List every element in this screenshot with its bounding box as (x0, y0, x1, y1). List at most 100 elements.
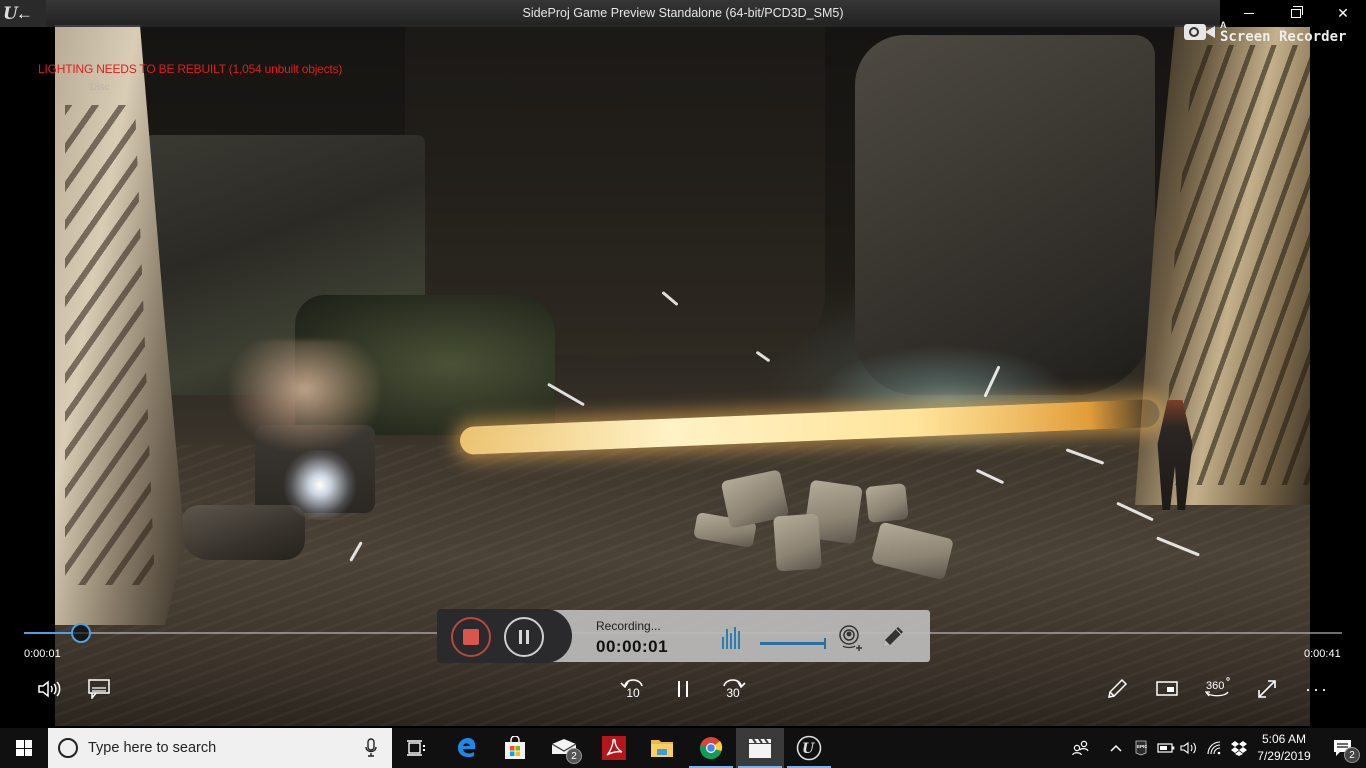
restore-icon (1291, 6, 1303, 18)
screen-recorder-watermark: A Screen Recorder (1184, 20, 1346, 44)
taskbar-app-file-explorer[interactable] (638, 728, 686, 768)
subtitles-button[interactable] (87, 677, 111, 701)
recorder-info-panel: Recording... 00:00:01 (547, 610, 930, 662)
volume-icon (38, 680, 61, 698)
mini-view-button[interactable] (1154, 678, 1180, 700)
epic-games-tray[interactable]: EPIC (1131, 728, 1151, 768)
pause-icon-bar (526, 630, 529, 644)
dropbox-button[interactable] (1228, 728, 1250, 768)
window-title: SideProj Game Preview Standalone (64-bit… (522, 6, 844, 20)
taskbar-app-store[interactable] (491, 728, 539, 768)
chevron-up-icon (1110, 744, 1122, 752)
player-character (230, 340, 380, 450)
current-time: 0:00:01 (24, 648, 61, 660)
more-options-button[interactable]: ··· (1304, 676, 1330, 702)
acrobat-icon (602, 736, 626, 760)
skip-forward-button[interactable]: 30 (718, 674, 748, 704)
people-button[interactable] (1068, 728, 1094, 768)
edge-icon (458, 738, 476, 758)
pen-icon (883, 627, 903, 647)
rubble-stone (865, 483, 909, 523)
pencil-icon (1108, 678, 1128, 698)
taskbar-app-task-view[interactable] (392, 728, 440, 768)
annotate-button[interactable] (880, 624, 906, 650)
mini-view-icon (1156, 681, 1178, 696)
fullscreen-button[interactable] (1254, 676, 1280, 702)
360-video-button[interactable]: 360 (1203, 676, 1231, 702)
watermark-label: Screen Recorder (1220, 28, 1347, 45)
network-button[interactable] (1204, 728, 1226, 768)
stop-recording-button[interactable] (451, 617, 491, 657)
unreal-engine-icon: U (796, 735, 822, 761)
action-center-button[interactable]: 2 (1320, 728, 1366, 768)
360-icon: 360 (1204, 677, 1230, 697)
dropbox-icon (1231, 741, 1247, 756)
svg-text:360: 360 (1206, 680, 1224, 692)
taskbar-app-acrobat[interactable] (590, 728, 638, 768)
recording-status: Recording... (596, 619, 661, 633)
seek-thumb[interactable] (70, 623, 91, 643)
webcam-button[interactable] (838, 624, 864, 652)
taskbar: Type here to search 2 U EPIC 5:06 AM 7/2… (0, 728, 1366, 768)
cortana-icon (58, 738, 78, 758)
subtitles-icon (88, 679, 110, 699)
taskbar-app-mail[interactable]: 2 (540, 728, 588, 768)
taskbar-app-chrome[interactable] (687, 728, 735, 768)
pause-icon (519, 630, 522, 644)
epic-games-icon: EPIC (1135, 740, 1147, 756)
taskbar-app-movies-tv[interactable] (736, 728, 784, 768)
play-pause-button[interactable] (672, 676, 694, 702)
windows-logo-icon (16, 740, 32, 756)
taskbar-search[interactable]: Type here to search (48, 728, 392, 768)
audio-level-icon[interactable] (722, 625, 744, 649)
edit-button[interactable] (1104, 676, 1130, 702)
stop-icon (463, 629, 479, 645)
movies-tv-icon (749, 738, 771, 758)
svg-text:U: U (802, 741, 815, 757)
mail-badge: 2 (566, 748, 582, 764)
svg-text:EPIC: EPIC (1137, 744, 1147, 749)
muzzle-flash (280, 450, 360, 520)
taskbar-app-edge[interactable] (443, 728, 491, 768)
skip-back-seconds: 10 (626, 686, 640, 700)
camera-icon (1184, 20, 1216, 44)
recorder-buttons-panel (437, 609, 572, 663)
webcam-icon (839, 625, 862, 651)
people-icon (1072, 740, 1089, 756)
task-view-icon (407, 740, 425, 756)
skip-forward-seconds: 30 (726, 686, 740, 700)
speaker-icon (1180, 741, 1196, 755)
volume-button[interactable] (36, 677, 62, 701)
pause-recording-button[interactable] (504, 617, 544, 657)
show-hidden-icons-button[interactable] (1106, 728, 1126, 768)
fullscreen-icon (1258, 680, 1276, 698)
minimize-icon (1244, 13, 1254, 14)
boulder-right (855, 35, 1155, 395)
volume-slider[interactable] (760, 638, 826, 649)
clock-date: 7/29/2019 (1257, 749, 1311, 763)
clock-time: 5:06 AM (1261, 732, 1307, 746)
pause-icon (678, 681, 688, 697)
system-clock[interactable]: 5:06 AM 7/29/2019 (1252, 731, 1316, 765)
wifi-icon (1207, 741, 1221, 755)
notification-count: 2 (1344, 747, 1360, 763)
search-placeholder: Type here to search (88, 740, 217, 756)
rubble-stone (773, 513, 822, 572)
recording-elapsed: 00:00:01 (596, 637, 669, 656)
chrome-icon (700, 737, 723, 760)
store-icon (505, 736, 525, 759)
debug-message: 'Disc (88, 82, 110, 93)
lighting-warning: LIGHTING NEEDS TO BE REBUILT (1,054 unbu… (38, 62, 343, 76)
start-button[interactable] (0, 728, 48, 768)
folder-icon (651, 740, 673, 757)
battery-icon (1157, 743, 1175, 753)
taskbar-app-unreal-engine[interactable]: U (785, 728, 833, 768)
total-time: 0:00:41 (1304, 648, 1341, 660)
battery-button[interactable] (1155, 728, 1177, 768)
recorder-toolbar: Recording... 00:00:01 (437, 609, 930, 663)
microphone-icon[interactable] (364, 738, 378, 758)
more-icon: ··· (1305, 678, 1329, 699)
system-volume-button[interactable] (1178, 728, 1200, 768)
skip-back-button[interactable]: 10 (618, 674, 648, 704)
title-bar: U ← SideProj Game Preview Standalone (64… (0, 0, 1366, 27)
